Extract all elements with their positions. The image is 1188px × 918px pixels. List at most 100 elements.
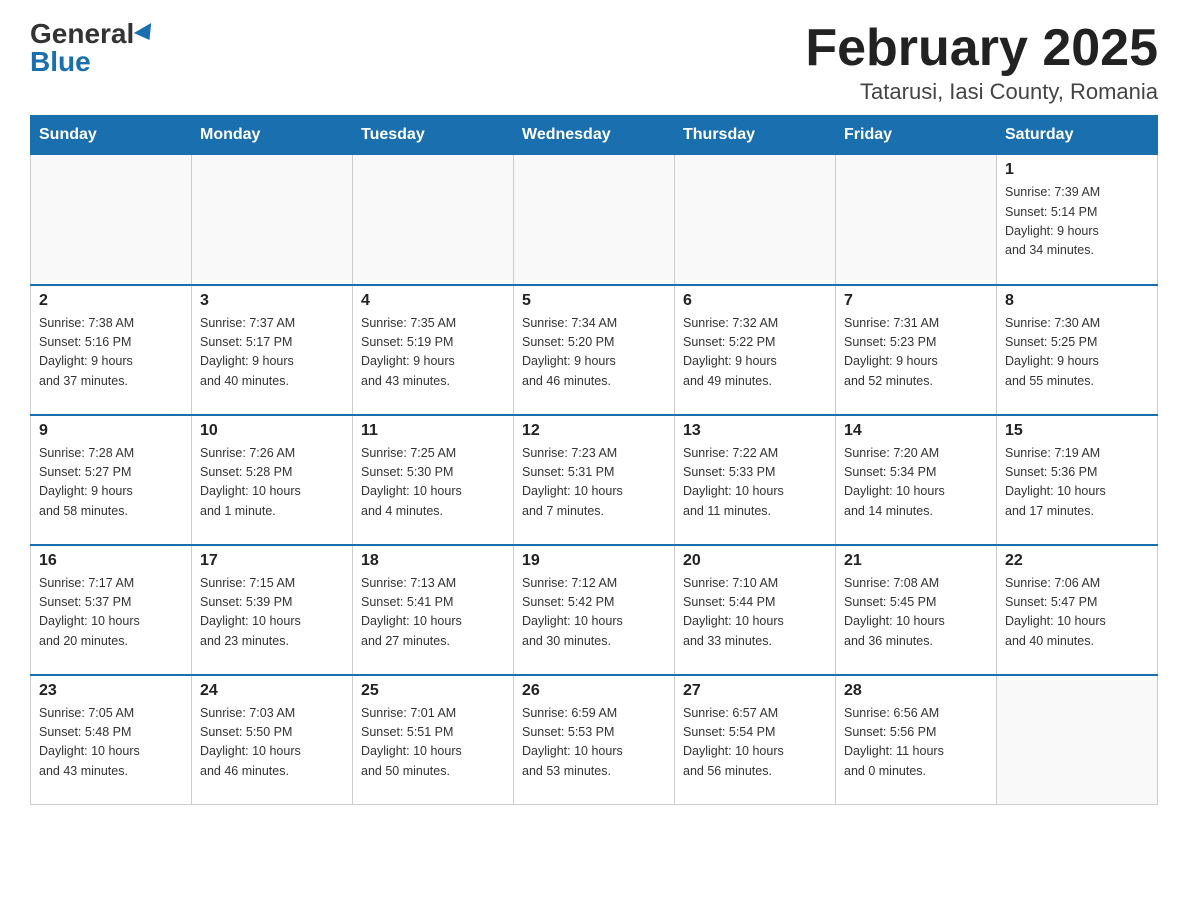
calendar-cell: 23 Sunrise: 7:05 AM Sunset: 5:48 PM Dayli… xyxy=(31,675,192,805)
calendar-cell: 5 Sunrise: 7:34 AM Sunset: 5:20 PM Daylig… xyxy=(514,285,675,415)
calendar-cell xyxy=(514,155,675,285)
weekday-header-sunday: Sunday xyxy=(31,116,192,155)
day-number: 16 xyxy=(39,552,183,570)
weekday-header-row: SundayMondayTuesdayWednesdayThursdayFrid… xyxy=(31,116,1158,155)
day-info: Sunrise: 7:32 AM Sunset: 5:22 PM Dayligh… xyxy=(683,314,827,392)
day-number: 24 xyxy=(200,682,344,700)
day-number: 5 xyxy=(522,292,666,310)
calendar-cell: 13Sunrise: 7:22 AM Sunset: 5:33 PM Dayli… xyxy=(675,415,836,545)
day-number: 14 xyxy=(844,422,988,440)
calendar-cell: 18 Sunrise: 7:13 AM Sunset: 5:41 PM Dayli… xyxy=(353,545,514,675)
calendar-cell: 27 Sunrise: 6:57 AM Sunset: 5:54 PM Dayli… xyxy=(675,675,836,805)
page-header: General Blue February 2025 Tatarusi, Ias… xyxy=(30,20,1158,105)
day-number: 11 xyxy=(361,422,505,440)
day-number: 23 xyxy=(39,682,183,700)
calendar-cell: 20 Sunrise: 7:10 AM Sunset: 5:44 PM Dayli… xyxy=(675,545,836,675)
day-number: 18 xyxy=(361,552,505,570)
weekday-header-wednesday: Wednesday xyxy=(514,116,675,155)
calendar-cell: 3 Sunrise: 7:37 AM Sunset: 5:17 PM Daylig… xyxy=(192,285,353,415)
day-info: Sunrise: 7:01 AM Sunset: 5:51 PM Dayligh… xyxy=(361,704,505,782)
day-number: 1 xyxy=(1005,161,1149,179)
calendar-cell: 24Sunrise: 7:03 AM Sunset: 5:50 PM Dayli… xyxy=(192,675,353,805)
day-info: Sunrise: 7:38 AM Sunset: 5:16 PM Dayligh… xyxy=(39,314,183,392)
calendar-cell xyxy=(353,155,514,285)
day-info: Sunrise: 7:12 AM Sunset: 5:42 PM Dayligh… xyxy=(522,574,666,652)
day-number: 28 xyxy=(844,682,988,700)
day-info: Sunrise: 7:25 AM Sunset: 5:30 PM Dayligh… xyxy=(361,444,505,522)
calendar-week-row: 23 Sunrise: 7:05 AM Sunset: 5:48 PM Dayli… xyxy=(31,675,1158,805)
day-info: Sunrise: 7:30 AM Sunset: 5:25 PM Dayligh… xyxy=(1005,314,1149,392)
day-info: Sunrise: 7:05 AM Sunset: 5:48 PM Dayligh… xyxy=(39,704,183,782)
calendar-cell: 11 Sunrise: 7:25 AM Sunset: 5:30 PM Dayli… xyxy=(353,415,514,545)
day-info: Sunrise: 7:17 AM Sunset: 5:37 PM Dayligh… xyxy=(39,574,183,652)
day-info: Sunrise: 7:26 AM Sunset: 5:28 PM Dayligh… xyxy=(200,444,344,522)
calendar-cell xyxy=(31,155,192,285)
calendar-cell: 12 Sunrise: 7:23 AM Sunset: 5:31 PM Dayli… xyxy=(514,415,675,545)
calendar-week-row: 16 Sunrise: 7:17 AM Sunset: 5:37 PM Dayli… xyxy=(31,545,1158,675)
logo: General Blue xyxy=(30,20,156,76)
day-number: 19 xyxy=(522,552,666,570)
day-number: 15 xyxy=(1005,422,1149,440)
day-number: 22 xyxy=(1005,552,1149,570)
day-info: Sunrise: 7:23 AM Sunset: 5:31 PM Dayligh… xyxy=(522,444,666,522)
calendar-cell: 26 Sunrise: 6:59 AM Sunset: 5:53 PM Dayli… xyxy=(514,675,675,805)
day-number: 9 xyxy=(39,422,183,440)
calendar-cell: 1 Sunrise: 7:39 AM Sunset: 5:14 PM Daylig… xyxy=(997,155,1158,285)
calendar-cell xyxy=(997,675,1158,805)
calendar-cell: 16 Sunrise: 7:17 AM Sunset: 5:37 PM Dayli… xyxy=(31,545,192,675)
calendar-cell: 14 Sunrise: 7:20 AM Sunset: 5:34 PM Dayli… xyxy=(836,415,997,545)
day-info: Sunrise: 6:57 AM Sunset: 5:54 PM Dayligh… xyxy=(683,704,827,782)
calendar-cell: 15 Sunrise: 7:19 AM Sunset: 5:36 PM Dayli… xyxy=(997,415,1158,545)
calendar-week-row: 2 Sunrise: 7:38 AM Sunset: 5:16 PM Daylig… xyxy=(31,285,1158,415)
calendar-cell: 6 Sunrise: 7:32 AM Sunset: 5:22 PM Daylig… xyxy=(675,285,836,415)
day-number: 21 xyxy=(844,552,988,570)
day-info: Sunrise: 7:28 AM Sunset: 5:27 PM Dayligh… xyxy=(39,444,183,522)
day-number: 6 xyxy=(683,292,827,310)
day-number: 2 xyxy=(39,292,183,310)
day-number: 20 xyxy=(683,552,827,570)
location-text: Tatarusi, Iasi County, Romania xyxy=(805,79,1158,105)
day-info: Sunrise: 7:34 AM Sunset: 5:20 PM Dayligh… xyxy=(522,314,666,392)
weekday-header-tuesday: Tuesday xyxy=(353,116,514,155)
day-number: 25 xyxy=(361,682,505,700)
calendar-header: SundayMondayTuesdayWednesdayThursdayFrid… xyxy=(31,116,1158,155)
day-number: 27 xyxy=(683,682,827,700)
logo-general-text: General xyxy=(30,20,134,48)
calendar-cell: 28 Sunrise: 6:56 AM Sunset: 5:56 PM Dayli… xyxy=(836,675,997,805)
day-info: Sunrise: 7:06 AM Sunset: 5:47 PM Dayligh… xyxy=(1005,574,1149,652)
day-number: 26 xyxy=(522,682,666,700)
day-info: Sunrise: 7:37 AM Sunset: 5:17 PM Dayligh… xyxy=(200,314,344,392)
day-info: Sunrise: 7:35 AM Sunset: 5:19 PM Dayligh… xyxy=(361,314,505,392)
day-number: 12 xyxy=(522,422,666,440)
day-info: Sunrise: 7:22 AM Sunset: 5:33 PM Dayligh… xyxy=(683,444,827,522)
day-info: Sunrise: 7:13 AM Sunset: 5:41 PM Dayligh… xyxy=(361,574,505,652)
day-info: Sunrise: 6:56 AM Sunset: 5:56 PM Dayligh… xyxy=(844,704,988,782)
calendar-cell: 8 Sunrise: 7:30 AM Sunset: 5:25 PM Daylig… xyxy=(997,285,1158,415)
day-info: Sunrise: 7:10 AM Sunset: 5:44 PM Dayligh… xyxy=(683,574,827,652)
calendar-cell: 7Sunrise: 7:31 AM Sunset: 5:23 PM Daylig… xyxy=(836,285,997,415)
logo-blue-text: Blue xyxy=(30,48,91,76)
weekday-header-thursday: Thursday xyxy=(675,116,836,155)
day-info: Sunrise: 7:15 AM Sunset: 5:39 PM Dayligh… xyxy=(200,574,344,652)
weekday-header-saturday: Saturday xyxy=(997,116,1158,155)
day-number: 8 xyxy=(1005,292,1149,310)
calendar-cell: 22 Sunrise: 7:06 AM Sunset: 5:47 PM Dayli… xyxy=(997,545,1158,675)
day-info: Sunrise: 7:20 AM Sunset: 5:34 PM Dayligh… xyxy=(844,444,988,522)
logo-arrow-icon xyxy=(134,23,158,45)
day-info: Sunrise: 7:39 AM Sunset: 5:14 PM Dayligh… xyxy=(1005,183,1149,261)
calendar-cell xyxy=(675,155,836,285)
calendar-cell xyxy=(836,155,997,285)
day-number: 3 xyxy=(200,292,344,310)
title-block: February 2025 Tatarusi, Iasi County, Rom… xyxy=(805,20,1158,105)
calendar-table: SundayMondayTuesdayWednesdayThursdayFrid… xyxy=(30,115,1158,805)
calendar-week-row: 9 Sunrise: 7:28 AM Sunset: 5:27 PM Daylig… xyxy=(31,415,1158,545)
day-info: Sunrise: 7:19 AM Sunset: 5:36 PM Dayligh… xyxy=(1005,444,1149,522)
day-info: Sunrise: 7:08 AM Sunset: 5:45 PM Dayligh… xyxy=(844,574,988,652)
calendar-cell: 9 Sunrise: 7:28 AM Sunset: 5:27 PM Daylig… xyxy=(31,415,192,545)
day-number: 10 xyxy=(200,422,344,440)
weekday-header-monday: Monday xyxy=(192,116,353,155)
day-info: Sunrise: 6:59 AM Sunset: 5:53 PM Dayligh… xyxy=(522,704,666,782)
calendar-cell: 2 Sunrise: 7:38 AM Sunset: 5:16 PM Daylig… xyxy=(31,285,192,415)
day-number: 4 xyxy=(361,292,505,310)
calendar-cell: 17Sunrise: 7:15 AM Sunset: 5:39 PM Dayli… xyxy=(192,545,353,675)
